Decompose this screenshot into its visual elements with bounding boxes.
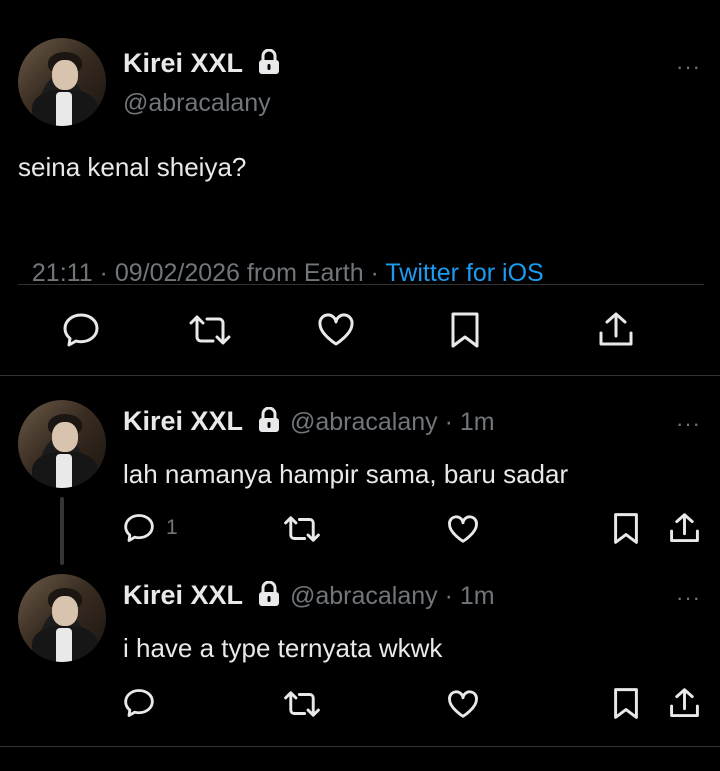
bookmark-icon[interactable]	[450, 311, 480, 349]
share-icon[interactable]	[669, 687, 700, 720]
reply-header: Kirei XXL @abracalany · 1m	[123, 580, 495, 612]
display-name[interactable]: Kirei XXL	[123, 580, 243, 610]
retweet-icon[interactable]	[283, 514, 321, 544]
share-icon[interactable]	[669, 512, 700, 545]
like-icon[interactable]	[447, 690, 479, 719]
divider	[0, 375, 720, 376]
divider	[0, 746, 720, 747]
bookmark-icon[interactable]	[613, 512, 639, 545]
timestamp[interactable]: 21:11 · 09/02/2026 from Earth ·	[32, 259, 385, 287]
share-icon[interactable]	[598, 311, 634, 349]
source-link[interactable]: Twitter for iOS	[385, 259, 543, 287]
tweet-meta: 21:11 · 09/02/2026 from Earth · Twitter …	[18, 230, 544, 288]
bookmark-icon[interactable]	[613, 687, 639, 720]
display-name[interactable]: Kirei XXL	[123, 48, 243, 78]
thread-line	[60, 497, 64, 565]
reply-text: i have a type ternyata wkwk	[123, 633, 443, 663]
avatar[interactable]	[18, 574, 106, 662]
author-name[interactable]: Kirei XXL	[123, 48, 280, 80]
lock-icon	[258, 406, 280, 438]
more-icon[interactable]: ···	[676, 54, 701, 80]
like-icon[interactable]	[317, 313, 355, 347]
avatar[interactable]	[18, 38, 106, 126]
more-icon[interactable]: ···	[676, 585, 701, 611]
reply-icon[interactable]	[123, 688, 155, 718]
divider	[18, 284, 704, 285]
handle[interactable]: @abracalany · 1m	[290, 582, 495, 610]
tweet-text: seina kenal sheiya?	[18, 152, 247, 182]
handle[interactable]: @abracalany	[123, 89, 271, 118]
lock-icon	[258, 580, 280, 612]
reply-count: 1	[166, 516, 178, 539]
reply-icon[interactable]	[123, 513, 155, 543]
like-icon[interactable]	[447, 515, 479, 544]
lock-icon	[258, 48, 280, 80]
more-icon[interactable]: ···	[676, 411, 701, 437]
avatar[interactable]	[18, 400, 106, 488]
reply-text: lah namanya hampir sama, baru sadar	[123, 459, 569, 489]
handle[interactable]: @abracalany · 1m	[290, 408, 495, 436]
reply-header: Kirei XXL @abracalany · 1m	[123, 406, 495, 438]
retweet-icon[interactable]	[283, 689, 321, 719]
retweet-icon[interactable]	[188, 313, 232, 347]
display-name[interactable]: Kirei XXL	[123, 406, 243, 436]
reply-icon[interactable]	[62, 312, 100, 348]
